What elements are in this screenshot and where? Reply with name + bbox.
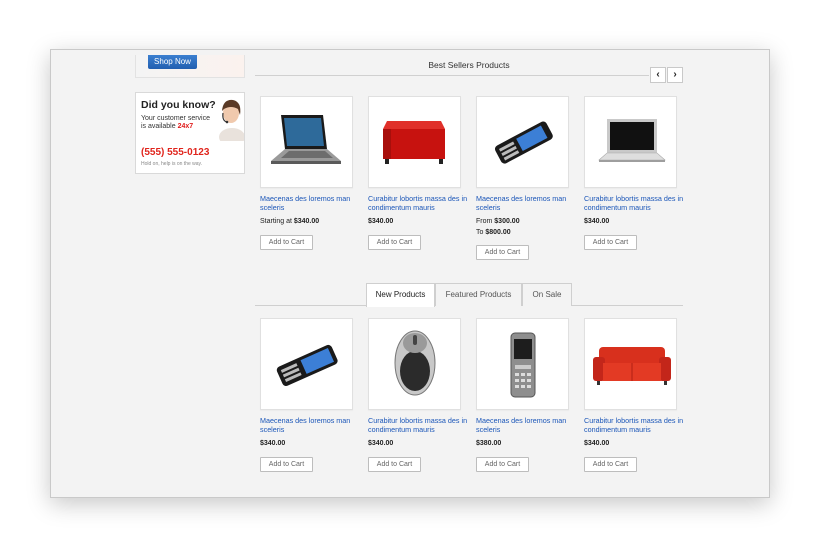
support-agent-icon [219,99,244,141]
product-name-link[interactable]: Maecenas des loremos man sceleris [476,416,576,434]
banner-text-line-1: Your customer service [141,115,210,122]
product-price: $340.00 [584,218,609,225]
shop-now-button[interactable]: Shop Now [148,55,197,69]
product-price-to: To $800.00 [476,229,511,236]
price-value: $340.00 [260,440,286,447]
product-image[interactable] [584,318,677,410]
add-to-cart-button[interactable]: Add to Cart [584,457,637,472]
price-value: $380.00 [476,440,502,447]
tab-new-products[interactable]: New Products [366,283,435,307]
product-name-link[interactable]: Maecenas des loremos man sceleris [260,194,360,212]
product-price: $380.00 [476,440,501,447]
mouse-icon [394,330,436,396]
best-sellers-title: Best Sellers Products [428,60,510,70]
banner-text-line-2: is available 24x7 [141,123,193,130]
product-image[interactable] [368,318,461,410]
chevron-right-icon: › [673,69,677,80]
price-value: $340.00 [368,218,394,225]
product-image[interactable] [584,96,677,188]
product-name-link[interactable]: Curabitur lobortis massa des in condimen… [584,416,684,434]
best-sellers-divider [255,75,649,76]
banner-text-prefix: is available [141,123,178,130]
product-name-link[interactable]: Maecenas des loremos man sceleris [476,194,576,212]
product-name-link[interactable]: Curabitur lobortis massa des in condimen… [584,194,684,212]
product-price: $340.00 [368,218,393,225]
phone-icon [494,121,553,164]
mobile-phone-icon [510,332,536,398]
chevron-left-icon: ‹ [656,69,660,80]
price-value: $340.00 [368,440,394,447]
add-to-cart-button[interactable]: Add to Cart [368,235,421,250]
price-value: $340.00 [584,218,610,225]
add-to-cart-button[interactable]: Add to Cart [476,245,529,260]
price-label: To [476,229,486,236]
price-label: From [476,218,495,225]
price-value: $800.00 [485,229,511,236]
product-name-link[interactable]: Curabitur lobortis massa des in condimen… [368,194,468,212]
price-value: $340.00 [584,440,610,447]
price-label: Starting at [260,218,294,225]
page-frame: Shop Now Did you know? Your customer ser… [50,49,770,498]
product-price: $340.00 [584,440,609,447]
customer-service-banner: Did you know? Your customer service is a… [135,92,245,174]
price-value: $300.00 [494,218,520,225]
add-to-cart-button[interactable]: Add to Cart [260,457,313,472]
laptop-icon [271,115,341,164]
product-image[interactable] [476,96,569,188]
product-image[interactable] [260,318,353,410]
product-image[interactable] [476,318,569,410]
banner-hold-text: Hold on, help is on the way. [141,161,203,167]
add-to-cart-button[interactable]: Add to Cart [584,235,637,250]
add-to-cart-button[interactable]: Add to Cart [260,235,313,250]
product-price-from: From $300.00 [476,218,520,225]
product-price: $340.00 [368,440,393,447]
sofa-icon [593,347,671,385]
add-to-cart-button[interactable]: Add to Cart [368,457,421,472]
product-name-link[interactable]: Maecenas des loremos man sceleris [260,416,360,434]
product-name-link[interactable]: Curabitur lobortis massa des in condimen… [368,416,468,434]
carousel-next-button[interactable]: › [667,67,683,83]
tab-featured-products[interactable]: Featured Products [435,283,522,306]
availability-highlight: 24x7 [177,123,194,130]
promo-banner: Shop Now [135,55,245,78]
tab-on-sale[interactable]: On Sale [522,283,572,306]
product-image[interactable] [368,96,461,188]
notebook-icon [598,119,666,162]
price-value: $340.00 [293,218,320,225]
carousel-prev-button[interactable]: ‹ [650,67,666,83]
banner-title: Did you know? [141,99,216,111]
phone-icon [276,344,338,386]
add-to-cart-button[interactable]: Add to Cart [476,457,529,472]
product-price: $340.00 [260,440,285,447]
product-price: Starting at $340.00 [260,218,319,225]
ottoman-icon [383,121,445,164]
support-phone-number[interactable]: (555) 555-0123 [141,147,209,158]
product-image[interactable] [260,96,353,188]
